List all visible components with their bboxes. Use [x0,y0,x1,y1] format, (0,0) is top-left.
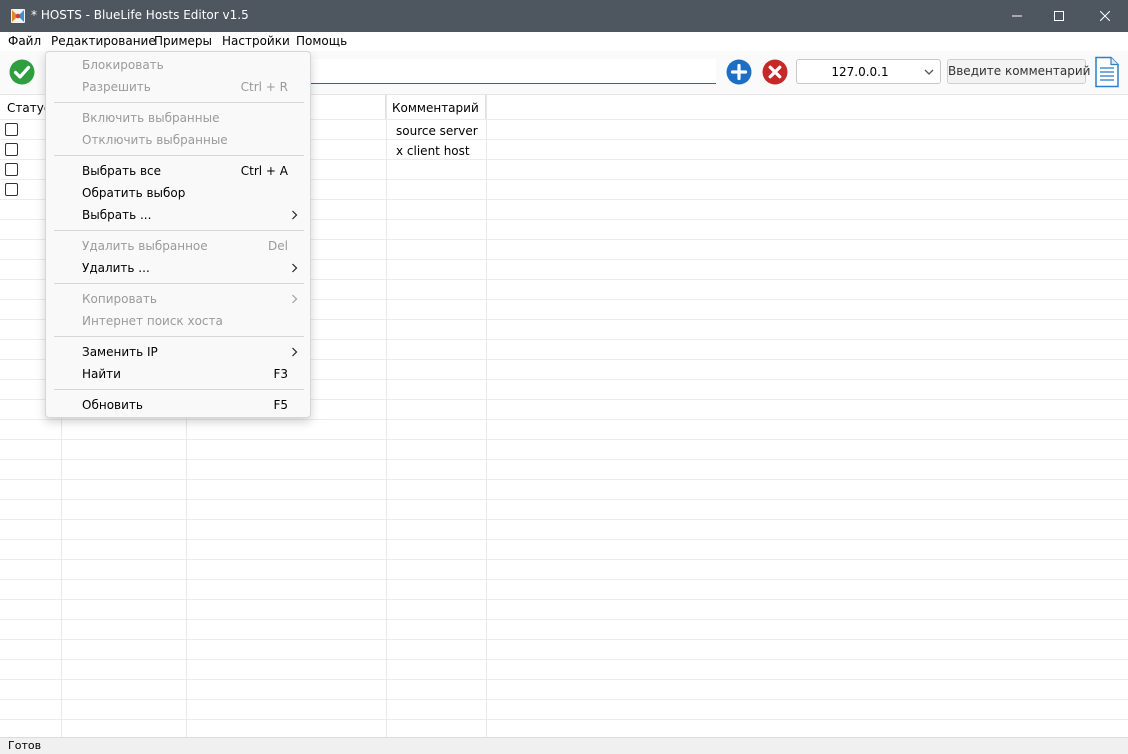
grid-row-line [0,479,1128,480]
menu-item-shortcut: Ctrl + R [240,80,288,94]
status-bar: Готов [0,737,1128,754]
column-header-comment[interactable]: Комментарий [392,101,479,115]
maximize-button[interactable] [1036,0,1082,32]
grid-row-line [0,499,1128,500]
menu-separator [54,230,304,231]
plus-icon[interactable] [726,59,752,85]
title-bar: * HOSTS - BlueLife Hosts Editor v1.5 [0,0,1128,32]
menu-item-label: Включить выбранные [82,111,220,125]
menu-item-invert-selection[interactable]: Обратить выбор [46,182,312,204]
close-button[interactable] [1082,0,1128,32]
grid-row-line [0,439,1128,440]
menu-separator [54,336,304,337]
column-header-status[interactable]: Статус [7,101,50,115]
grid-row-line [0,639,1128,640]
status-text: Готов [8,739,42,752]
grid-row-line [0,519,1128,520]
grid-row-line [0,579,1128,580]
ip-select[interactable]: 127.0.0.1 [796,59,941,84]
menu-item-label: Копировать [82,292,157,306]
grid-row-line [0,539,1128,540]
comment-button[interactable]: Введите комментарий [947,59,1090,84]
menu-item-select-all[interactable]: Выбрать все Ctrl + A [46,160,312,182]
menu-separator [54,102,304,103]
menu-item-refresh[interactable]: Обновить F5 [46,394,312,416]
menu-item-select-submenu[interactable]: Выбрать ... [46,204,312,226]
edit-menu-dropdown: Блокировать Разрешить Ctrl + R Включить … [45,51,311,418]
menu-item-label: Заменить IP [82,345,158,359]
column-divider [386,95,387,737]
menu-separator [54,283,304,284]
checkmark-icon[interactable] [9,59,35,85]
menu-item-replace-ip[interactable]: Заменить IP [46,341,312,363]
menu-item-enable-selected[interactable]: Включить выбранные [46,107,312,129]
grid-row-line [0,699,1128,700]
menu-item-label: Отключить выбранные [82,133,228,147]
menu-item-delete-selected[interactable]: Удалить выбранное Del [46,235,312,257]
menu-separator [54,155,304,156]
menu-item-block[interactable]: Блокировать [46,54,312,76]
close-icon [1100,11,1110,21]
maximize-icon [1054,11,1064,21]
grid-row-line [0,719,1128,720]
grid-row-line [0,459,1128,460]
minimize-button[interactable] [994,0,1040,32]
menu-item-label: Удалить выбранное [82,239,208,253]
menu-item-copy[interactable]: Копировать [46,288,312,310]
menu-item-label: Выбрать все [82,164,162,178]
chevron-right-icon [292,263,298,273]
row-checkbox[interactable] [5,163,18,176]
menu-item-label: Обновить [82,398,143,412]
menu-item-shortcut: F5 [273,398,288,412]
chevron-right-icon [292,294,298,304]
row-checkbox[interactable] [5,143,18,156]
header-separator [385,95,386,119]
menu-item-label: Удалить ... [82,261,150,275]
document-icon[interactable] [1094,56,1120,88]
grid-row-line [0,679,1128,680]
menu-item-label: Найти [82,367,121,381]
column-divider [486,95,487,737]
menu-examples[interactable]: Примеры [154,34,212,48]
chevron-down-icon [924,69,934,75]
menu-item-label: Блокировать [82,58,164,72]
menu-settings[interactable]: Настройки [222,34,290,48]
menu-help[interactable]: Помощь [296,34,347,48]
menu-edit[interactable]: Редактирование [51,34,156,48]
app-icon [11,9,25,23]
menu-item-label: Интернет поиск хоста [82,314,223,328]
menu-file[interactable]: Файл [8,34,41,48]
header-separator [485,95,486,119]
grid-row-line [0,419,1128,420]
delete-icon[interactable] [762,59,788,85]
menu-item-allow[interactable]: Разрешить Ctrl + R [46,76,312,98]
menu-item-disable-selected[interactable]: Отключить выбранные [46,129,312,151]
menu-item-delete-submenu[interactable]: Удалить ... [46,257,312,279]
row-comment: source server [396,124,478,138]
ip-select-value: 127.0.0.1 [831,65,889,79]
grid-row-line [0,559,1128,560]
menu-item-shortcut: Ctrl + A [240,164,288,178]
chevron-right-icon [292,347,298,357]
menu-separator [54,389,304,390]
host-input[interactable] [304,59,716,84]
menu-item-label: Обратить выбор [82,186,186,200]
row-checkbox[interactable] [5,183,18,196]
menu-item-web-search[interactable]: Интернет поиск хоста [46,310,312,332]
menu-item-find[interactable]: Найти F3 [46,363,312,385]
menu-item-shortcut: F3 [273,367,288,381]
menu-item-label: Выбрать ... [82,208,152,222]
menu-bar: Файл Редактирование Примеры Настройки По… [0,32,1128,51]
minimize-icon [1012,15,1022,17]
grid-row-line [0,619,1128,620]
menu-item-shortcut: Del [268,239,288,253]
menu-item-label: Разрешить [82,80,151,94]
grid-row-line [0,599,1128,600]
row-checkbox[interactable] [5,123,18,136]
window-title: * HOSTS - BlueLife Hosts Editor v1.5 [31,8,249,22]
chevron-right-icon [292,210,298,220]
grid-row-line [0,659,1128,660]
row-comment: x client host [396,144,470,158]
